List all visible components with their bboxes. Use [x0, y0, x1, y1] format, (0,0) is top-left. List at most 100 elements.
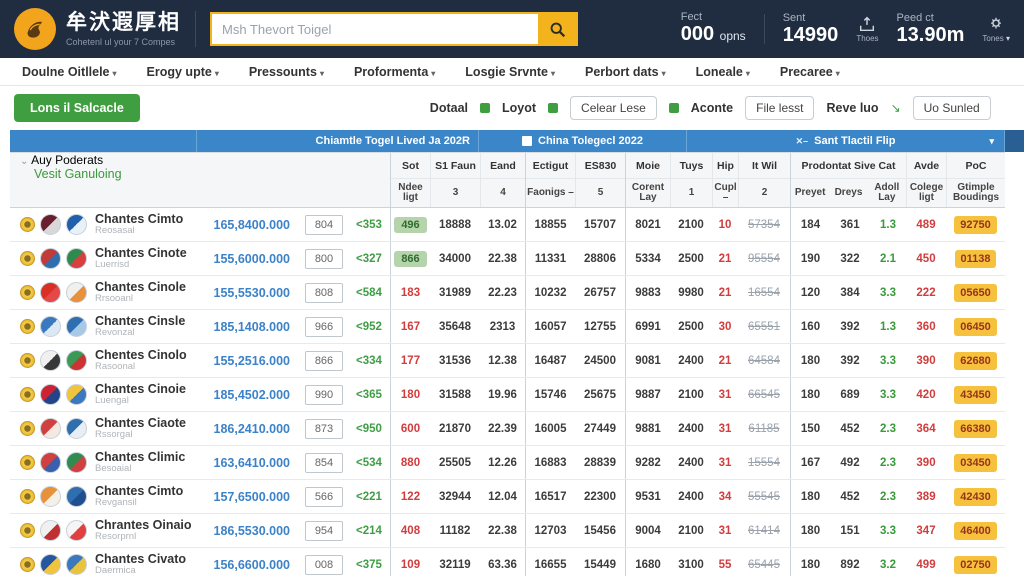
- team-logo-icon: [66, 486, 87, 507]
- team-name[interactable]: Chantes Cinole: [95, 281, 186, 293]
- table-row[interactable]: Chantes Civato Daermica156,6600.000<3751…: [10, 548, 1005, 576]
- table-row[interactable]: Chantes Ciaote Rssorgal186,2410.000<9506…: [10, 412, 1005, 446]
- amount-link[interactable]: 186,2410.000: [214, 412, 300, 445]
- stake-input[interactable]: [305, 214, 343, 235]
- chevron-down-icon[interactable]: ▾: [989, 136, 994, 147]
- amount-link[interactable]: 155,2516.000: [214, 344, 300, 377]
- value-cell: 21: [718, 252, 732, 265]
- value-cell: 2100: [678, 218, 704, 231]
- team-name[interactable]: Chrantes Oinaio: [95, 519, 192, 531]
- stake-input-cell: [300, 276, 348, 309]
- nav-item-3[interactable]: Pressounts ▾: [249, 65, 324, 79]
- team-cell[interactable]: Chantes Cimto Revgansil: [10, 480, 216, 513]
- team-subtitle: Besoaial: [95, 462, 132, 474]
- stake-input[interactable]: [305, 350, 343, 371]
- team-cell[interactable]: Chantes Ciaote Rssorgal: [10, 412, 216, 445]
- amount-link[interactable]: 165,8400.000: [214, 208, 300, 241]
- amount-link[interactable]: 155,5530.000: [214, 276, 300, 309]
- team-cell[interactable]: Chantes Civato Daermica: [10, 548, 216, 576]
- table-row[interactable]: Chantes Climic Besoaial163,6410.000<5348…: [10, 446, 1005, 480]
- amount-link[interactable]: 156,6600.000: [214, 548, 300, 576]
- table-row[interactable]: Chantes Cinoie Luengal185,4502.000<36518…: [10, 378, 1005, 412]
- checkbox-icon[interactable]: [668, 103, 679, 113]
- band-tab-sant[interactable]: ✕– Sant Tlactil Flip ▾: [687, 130, 1005, 152]
- team-name[interactable]: Chantes Cinote: [95, 247, 187, 259]
- team-name[interactable]: Chantes Cinoie: [95, 383, 186, 395]
- team-cell[interactable]: Chantes Cimto Reosasal: [10, 208, 216, 241]
- file-lesst-button[interactable]: File lesst: [745, 96, 815, 120]
- close-icon[interactable]: ✕–: [796, 136, 809, 147]
- table-row[interactable]: Chantes Cimto Reosasal165,8400.000<35349…: [10, 208, 1005, 242]
- header-vesit-ganuloing[interactable]: Vesit Ganuloing: [10, 167, 390, 181]
- table-row[interactable]: Chrantes Oinaio Resorprnl186,5530.000<21…: [10, 514, 1005, 548]
- search-input[interactable]: [212, 14, 538, 44]
- nav-item-2[interactable]: Erogy upte ▾: [147, 65, 219, 79]
- amount-link[interactable]: 185,1408.000: [214, 310, 300, 343]
- team-cell[interactable]: Chantes Cinote Luerrisd: [10, 242, 216, 275]
- amount-link[interactable]: 157,6500.000: [214, 480, 300, 513]
- stake-input[interactable]: [305, 520, 343, 541]
- checkbox-icon[interactable]: [522, 136, 533, 146]
- stake-input[interactable]: [305, 384, 343, 405]
- stake-input[interactable]: [305, 316, 343, 337]
- team-cell[interactable]: Chantes Cinoie Luengal: [10, 378, 216, 411]
- team-cell[interactable]: Chantes Cinole Rrsooanl: [10, 276, 216, 309]
- checkbox-icon[interactable]: [548, 103, 559, 113]
- top-bar: 牟汱遐厚相 Cohetenl ul your 7 Compes Fect 000…: [0, 0, 1024, 58]
- table-row[interactable]: Chantes Cinsle Revonzal185,1408.000<9521…: [10, 310, 1005, 344]
- checkbox-icon[interactable]: [480, 103, 490, 113]
- stat-label: Peed ct: [896, 12, 934, 24]
- stake-input[interactable]: [305, 486, 343, 507]
- value-cell: 2500: [678, 252, 704, 265]
- team-cell[interactable]: Chentes Cinolo Rasoonal: [10, 344, 216, 377]
- amount-link[interactable]: 155,6000.000: [214, 242, 300, 275]
- band-segment-empty[interactable]: [10, 130, 197, 152]
- celear-lese-button[interactable]: Celear Lese: [570, 96, 657, 120]
- nav-item-6[interactable]: Perbort dats ▾: [585, 65, 666, 79]
- team-name[interactable]: Chantes Cinsle: [95, 315, 185, 327]
- tray-icon-button[interactable]: Thoes: [856, 15, 879, 43]
- team-cell[interactable]: Chantes Climic Besoaial: [10, 446, 216, 479]
- band-tab-live[interactable]: Chiamtle Togel Lived Ja 202R: [197, 130, 479, 152]
- stake-input[interactable]: [305, 452, 343, 473]
- team-cell[interactable]: Chantes Cinsle Revonzal: [10, 310, 216, 343]
- table-row[interactable]: Chantes Cinole Rrsooanl155,5530.000<5841…: [10, 276, 1005, 310]
- chevron-down-icon: ▾: [319, 68, 324, 78]
- band-corner-button[interactable]: [1005, 130, 1024, 152]
- band-tab-china[interactable]: China Tolegecl 2022: [479, 130, 687, 152]
- column-header: PoC Gtimple Boudings: [946, 153, 1005, 207]
- amount-link[interactable]: 186,5530.000: [214, 514, 300, 547]
- value-cell: 65551: [748, 320, 780, 333]
- team-name[interactable]: Chantes Civato: [95, 553, 186, 565]
- amount-link[interactable]: 163,6410.000: [214, 446, 300, 479]
- primary-action-button[interactable]: Lons il Salcacle: [14, 94, 140, 122]
- value-cell: 12755: [584, 320, 616, 333]
- team-name[interactable]: Chentes Cinolo: [95, 349, 187, 361]
- search-button[interactable]: [538, 14, 576, 44]
- settings-menu-button[interactable]: Tones ▾: [982, 15, 1010, 43]
- value-cell: 392: [840, 354, 860, 367]
- nav-item-4[interactable]: Proformenta ▾: [354, 65, 435, 79]
- nav-item-5[interactable]: Losgie Srvnte ▾: [465, 65, 555, 79]
- team-cell[interactable]: Chrantes Oinaio Resorprnl: [10, 514, 216, 547]
- table-row[interactable]: Chantes Cimto Revgansil157,6500.000<2211…: [10, 480, 1005, 514]
- nav-item-7[interactable]: Loneale ▾: [696, 65, 750, 79]
- stake-input[interactable]: [305, 554, 343, 575]
- amount-link[interactable]: 185,4502.000: [214, 378, 300, 411]
- uo-sunled-button[interactable]: Uo Sunled: [912, 96, 991, 120]
- stake-input[interactable]: [305, 418, 343, 439]
- nav-item-1[interactable]: Doulne Oitllele ▾: [22, 65, 117, 79]
- table-row[interactable]: Chentes Cinolo Rasoonal155,2516.000<3341…: [10, 344, 1005, 378]
- team-name[interactable]: Chantes Ciaote: [95, 417, 186, 429]
- stake-input[interactable]: [305, 282, 343, 303]
- chevron-down-icon[interactable]: ⌄: [20, 156, 28, 167]
- value-cell: 22.38: [488, 252, 517, 265]
- team-name[interactable]: Chantes Climic: [95, 451, 185, 463]
- value-cell: 26757: [584, 286, 616, 299]
- team-name[interactable]: Chantes Cimto: [95, 485, 183, 497]
- table-row[interactable]: Chantes Cinote Luerrisd155,6000.000<3278…: [10, 242, 1005, 276]
- stake-input[interactable]: [305, 248, 343, 269]
- team-name[interactable]: Chantes Cimto: [95, 213, 183, 225]
- value-cell: 489: [916, 218, 936, 231]
- nav-item-8[interactable]: Precaree ▾: [780, 65, 840, 79]
